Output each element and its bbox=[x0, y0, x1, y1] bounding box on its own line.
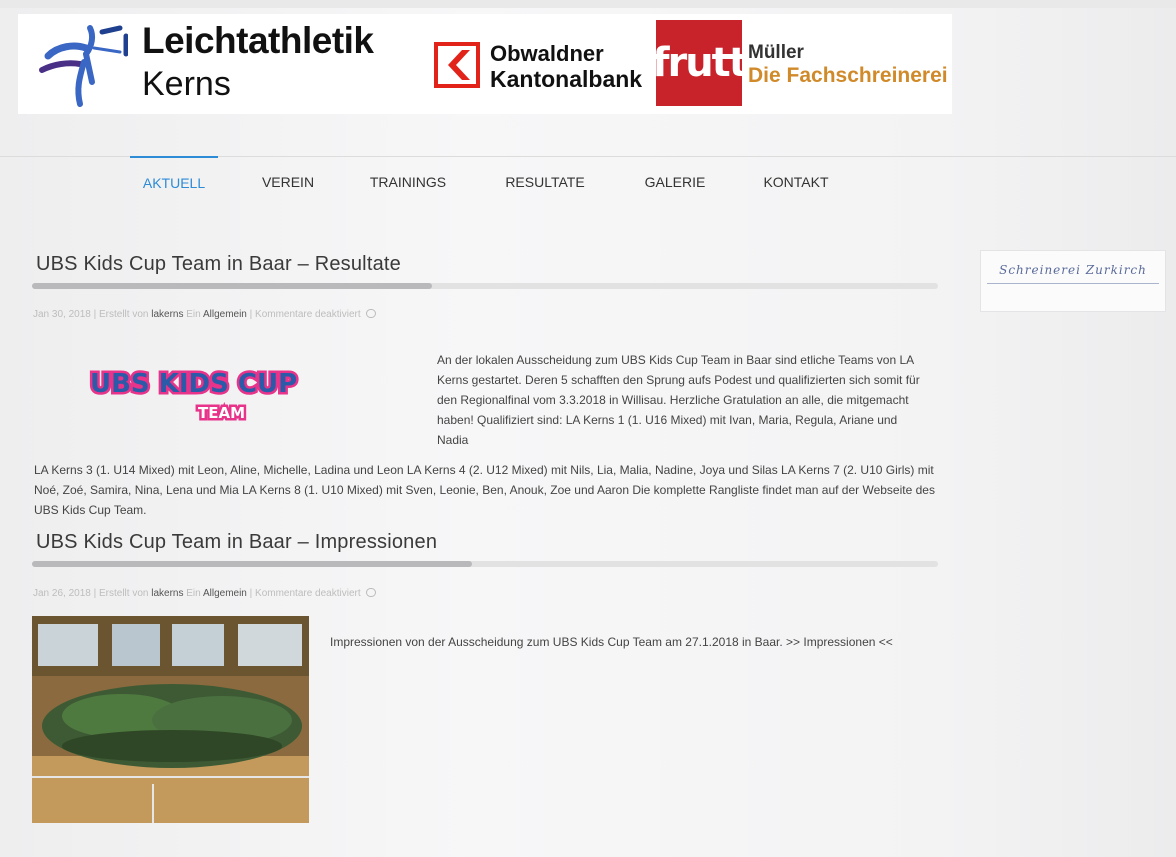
post-comments-status: | Kommentare deaktiviert bbox=[249, 309, 361, 320]
post-author-link[interactable]: lakerns bbox=[151, 309, 183, 320]
top-strip bbox=[0, 0, 1176, 8]
nav-item-aktuell[interactable]: AKTUELL bbox=[130, 156, 218, 212]
header-banner[interactable]: Leichtathletik Kerns Obwaldner Kantonalb… bbox=[18, 14, 952, 114]
post-meta: Jan 30, 2018 | Erstellt von lakerns Ein … bbox=[33, 308, 377, 322]
post-in-label: Ein bbox=[186, 588, 201, 599]
sidebar-widget-text: Schreinerei Zurkirch bbox=[999, 263, 1147, 277]
sidebar-sponsor-widget[interactable]: Schreinerei Zurkirch bbox=[980, 250, 1166, 312]
kids-cup-logo-subtext: TEAM bbox=[198, 404, 245, 422]
okb-logo-icon bbox=[434, 42, 480, 88]
nav-item-resultate[interactable]: RESULTATE bbox=[490, 156, 600, 210]
post-date: Jan 26, 2018 bbox=[33, 588, 91, 599]
post-comments-status: | Kommentare deaktiviert bbox=[249, 588, 361, 599]
post-title-bar bbox=[32, 561, 938, 567]
frutt-logo: frutt bbox=[652, 20, 748, 106]
post-excerpt-right: An der lokalen Ausscheidung zum UBS Kids… bbox=[437, 353, 920, 447]
nav-item-verein[interactable]: VEREIN bbox=[248, 156, 328, 210]
mueller-name-line2: Die Fachschreinerei bbox=[748, 64, 948, 87]
site-title[interactable]: Leichtathletik bbox=[142, 20, 374, 62]
nav-item-kontakt[interactable]: KONTAKT bbox=[748, 156, 844, 210]
nav-item-trainings[interactable]: TRAININGS bbox=[356, 156, 460, 210]
post-author-link[interactable]: lakerns bbox=[151, 588, 183, 599]
post-title-bar bbox=[32, 283, 938, 289]
okb-name-line1: Obwaldner bbox=[490, 41, 604, 66]
post-date: Jan 30, 2018 bbox=[33, 309, 91, 320]
site-subtitle[interactable]: Kerns bbox=[142, 64, 231, 104]
nav-item-galerie[interactable]: GALERIE bbox=[630, 156, 720, 210]
sidebar-widget-rule bbox=[987, 283, 1159, 284]
post-created-by-label: | Erstellt von bbox=[93, 309, 149, 320]
post-created-by-label: | Erstellt von bbox=[93, 588, 149, 599]
post-category-link[interactable]: Allgemein bbox=[203, 588, 247, 599]
post-category-link[interactable]: Allgemein bbox=[203, 309, 247, 320]
comment-bubble-icon bbox=[366, 588, 377, 597]
post-title[interactable]: UBS Kids Cup Team in Baar – Impressionen bbox=[36, 530, 437, 554]
gym-group-photo bbox=[32, 616, 309, 823]
post-in-label: Ein bbox=[186, 309, 201, 320]
post-photo[interactable] bbox=[32, 616, 309, 823]
runner-logo-icon bbox=[39, 25, 128, 107]
kids-cup-logo-text: UBS KIDS CUP bbox=[90, 369, 297, 399]
mueller-name-line1: Müller bbox=[748, 42, 804, 63]
comment-bubble-icon bbox=[366, 309, 377, 318]
post-excerpt: Impressionen von der Ausscheidung zum UB… bbox=[330, 635, 893, 649]
ubs-kids-cup-logo[interactable]: UBS KIDS CUP TEAM bbox=[86, 344, 368, 423]
post-excerpt-full: LA Kerns 3 (1. U14 Mixed) mit Leon, Alin… bbox=[34, 463, 935, 517]
okb-name-line2: Kantonalbank bbox=[490, 66, 643, 92]
post-title[interactable]: UBS Kids Cup Team in Baar – Resultate bbox=[36, 252, 401, 276]
post-meta: Jan 26, 2018 | Erstellt von lakerns Ein … bbox=[33, 587, 377, 601]
